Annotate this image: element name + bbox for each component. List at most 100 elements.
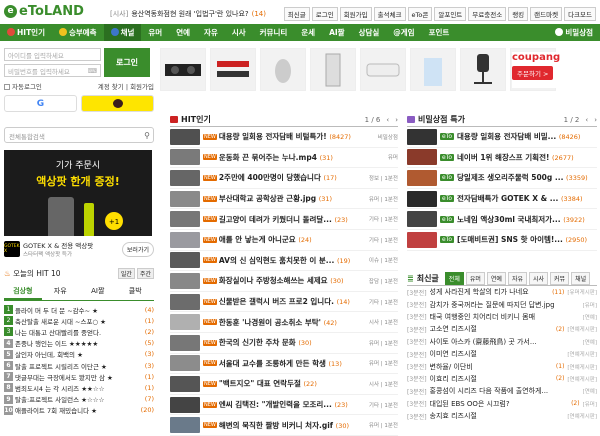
nav-fortune[interactable]: 운세 [294,24,322,41]
top-link[interactable]: 알포인트 [434,7,467,21]
list-item[interactable]: [3분전] 고소연 리즈시절 (2) [연예게시판] [407,323,597,335]
latest-tab[interactable]: 채널 [571,272,591,285]
nav-game[interactable]: @게임 [386,24,421,41]
post-title[interactable]: [도매비트권] SNS 핫 아이템!... (2950) [457,234,597,245]
list-item[interactable]: [3분전] 이미연 리즈시절 [연예게시판] [407,348,597,360]
list-item[interactable]: [3분전] 성게 사라진게 학살의 티가 나네요 (11) [유머게시판] [407,286,597,298]
ad-more-button[interactable]: 보러가기 [121,241,154,257]
nav-hit[interactable]: HIT인기 [0,24,52,41]
product-gpu[interactable] [160,48,206,91]
site-logo[interactable]: e eToLAND [4,4,84,19]
latest-tab[interactable]: 커뮤 [550,272,570,285]
product-mouse[interactable] [260,48,306,91]
google-login-button[interactable]: G [4,95,77,112]
nav-prediction[interactable]: 승부예측 [52,24,104,41]
list-item[interactable]: 7 댓글부대는 극장에서도 봤지만 삼 ★ (1) [4,371,154,382]
list-item[interactable]: eTo 네이버 1위 해장스프 기획전! (2677) [407,148,597,169]
next-icon[interactable]: › [395,116,398,124]
product-appliance[interactable] [310,48,356,91]
post-title[interactable]: 화장실이나 주방청소해쓰는 세제요 (30) [219,275,367,286]
top-link[interactable]: 랜드마켓 [530,7,563,21]
post-title[interactable]: 노네임 액상30ml 국내최저가... (3922) [457,214,597,225]
post-title[interactable]: 네이버 1위 해장스프 기획전! (2677) [457,152,597,163]
post-title[interactable]: 한국의 신기한 주차 문화 (30) [219,337,367,348]
nav-community[interactable]: 커뮤니티 [253,24,295,41]
post-title[interactable]: 서울대 교수를 조롱하게 만든 학생 (13) [219,358,367,369]
notice-ticker[interactable]: [시사] 용산역동화점현 원래 '입법구'란 있나요? (14) [110,9,266,19]
tab-ai[interactable]: AI짤 [79,284,117,300]
post-title[interactable]: 애를 안 낳는게 아니군요 (24) [219,234,367,245]
post-title[interactable]: 고소연 리즈시절 [430,324,553,334]
next-icon[interactable]: › [594,116,597,124]
nav-politics[interactable]: 시사 [225,24,253,41]
list-item[interactable]: eTo [도매비트권] SNS 핫 아이템!... (2950) [407,230,597,251]
post-title[interactable]: 한동훈 '나경원이 공소취소 부탁' (42) [219,317,367,328]
list-item[interactable]: NEW 2주만에 400만명이 당했습니다 (17) 정보 | 1분전 [170,168,398,189]
tab-free[interactable]: 자유 [42,284,80,300]
top-link[interactable]: 무료충전소 [468,7,507,21]
nav-point[interactable]: 포인트 [422,24,457,41]
list-item[interactable]: NEW 화장실이나 주방청소해쓰는 세제요 (30) 잡담 | 1분전 [170,271,398,292]
list-item[interactable]: NEW 신물받은 갤럭시 버즈 프로2 입니다. (14) 기타 | 1분전 [170,292,398,313]
list-item[interactable]: 10 애플라이트 7회 재밌습니다 ★ (20) [4,405,154,416]
list-item[interactable]: [3분전] 감치가 중국꺼라는 질문에 따지던 답변.jpg [유머] [407,298,597,310]
post-title[interactable]: 엔씨 김택진: "개발인력을 모조리... (23) [219,399,367,410]
post-title[interactable]: 대용량 일회용 전자담배 비털특가! (8427) [219,131,376,142]
nav-ai[interactable]: AI짤 [322,24,352,41]
vape-ad-banner[interactable]: 기가 주문시 액상팟 한개 증정! +1 [4,150,152,236]
list-item[interactable]: [3분전] 사이토 아스카 (齋藤飛鳥) 곳 가서... [연예] [407,336,597,348]
top-link[interactable]: 회원가입 [339,7,372,21]
list-item[interactable]: 9 탈출:프로젝트 사일런스 ★☆☆☆ (7) [4,394,154,405]
list-item[interactable]: 6 탈출 프로젝트 시릴리즈 이단근 ★ (3) [4,360,154,371]
search-icon[interactable]: ⚲ [144,131,150,140]
id-input[interactable]: 아이디를 입력하세요 [4,48,101,61]
list-item[interactable]: NEW 서울대 교수를 조롱하게 만든 학생 (13) 유머 | 1분전 [170,354,398,375]
list-item[interactable]: [3분전] 태국 여행중인 치어리더 비키니 몸매 [연예] [407,311,597,323]
list-item[interactable]: NEW 엔씨 김택진: "개발인력을 모조리... (23) 기타 | 1분전 [170,395,398,416]
nav-secret-shop[interactable]: 비밀상점 [548,24,600,41]
product-bag[interactable] [410,48,456,91]
list-item[interactable]: eTo 대용량 일회용 전자담배 비밀... (8426) [407,127,597,148]
coupang-order-button[interactable]: 주문하기 > [512,66,554,80]
post-title[interactable]: 홍콩섬이 시리즈 다음 작품에 출연하게... [430,386,577,396]
list-item[interactable]: 8 범죄도시4 는 각 시리즈 ★★☆☆ (1) [4,382,154,393]
latest-tab[interactable]: 유머 [465,272,485,285]
keyboard-icon[interactable]: ⌨ [88,67,97,75]
post-title[interactable]: 감치가 중국꺼라는 질문에 따지던 답변.jpg [430,300,577,310]
post-title[interactable]: 사이토 아스카 (齋藤飛鳥) 곳 가서... [430,337,577,347]
prev-icon[interactable]: ‹ [386,116,389,124]
coupang-ad[interactable]: coupang 주문하기 > [512,52,596,88]
post-title[interactable]: 이효리 리즈시절 [430,374,553,384]
chevron-right-icon[interactable]: › [137,286,140,294]
nav-channel[interactable]: 채널 [103,24,142,41]
list-item[interactable]: [3분전] 대입된 EBS OO은 시끄럼? (2) [유머] [407,398,597,410]
top-link[interactable]: 로그인 [311,7,338,21]
list-item[interactable]: [3분전] 변하율/ 이단비 (1) [연예게시판] [407,360,597,372]
post-title[interactable]: 신물받은 갤럭시 버즈 프로2 입니다. (14) [219,296,367,307]
list-item[interactable]: 4 존중나 행인는 이드 ★★★★★ (5) [4,338,154,349]
nav-entertain[interactable]: 연예 [169,24,197,41]
latest-tab[interactable]: 연예 [486,272,506,285]
list-item[interactable]: NEW 대용량 일회용 전자담배 비털특가! (8427) 비밀상점 [170,127,398,148]
list-item[interactable]: NEW 부산대학교 공학상관 근황.jpg (31) 유머 | 1분전 [170,189,398,210]
top-link[interactable]: 최신글 [283,7,310,21]
tab-search[interactable]: 검상형 [4,284,42,300]
nav-counsel[interactable]: 상담실 [352,24,387,41]
post-title[interactable]: 해변의 묵직한 짤방 비커니 처자.gif (30) [219,420,367,431]
top-link[interactable]: 다크모드 [564,7,596,21]
notice-text[interactable]: 용산역동화점현 원래 '입법구'란 있나요? [131,9,248,19]
product-device[interactable] [360,48,406,91]
list-item[interactable]: 3 나는 대통고 산대빨리를 중얻다. (2) [4,326,154,337]
list-item[interactable]: [3분전] 이효리 리즈시절 (2) [연예게시판] [407,373,597,385]
latest-tab[interactable]: 전체 [444,272,464,285]
post-title[interactable]: 성게 사라진게 학살의 티가 나네요 [430,287,550,297]
post-title[interactable]: 부산대학교 공학상관 근황.jpg (31) [219,193,367,204]
post-title[interactable]: "백트지오" 대표 연락두절 (22) [219,378,367,389]
top-link[interactable]: eTo콘 [407,7,433,21]
post-title[interactable]: 당일제조 생오리주물럭 500g ... (3359) [457,172,597,183]
post-title[interactable]: 운동화 끈 묶어주는 누나.mp4 (31) [219,152,386,163]
post-title[interactable]: 태국 여행중인 치어리더 비키니 몸매 [430,312,577,322]
password-input[interactable]: 비밀번호를 입력하세요 ⌨ [4,64,101,77]
list-item[interactable]: 2 축산탈출 새로운 시대 ~스포○ ★ (1) [4,315,154,326]
product-chair[interactable] [460,48,506,91]
